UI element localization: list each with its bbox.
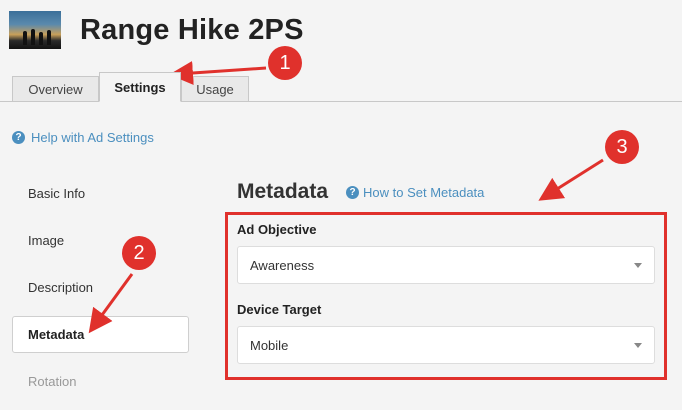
sidebar-item-rotation: Rotation: [28, 374, 77, 389]
how-to-set-metadata-link[interactable]: ? How to Set Metadata: [346, 185, 484, 200]
ad-objective-label: Ad Objective: [237, 222, 317, 237]
caret-down-icon: [634, 263, 642, 268]
annotation-badge-2: 2: [122, 236, 156, 270]
annotation-badge-1: 1: [268, 46, 302, 80]
device-target-label: Device Target: [237, 302, 322, 317]
device-target-select[interactable]: Mobile: [237, 326, 655, 364]
help-ad-settings-link[interactable]: ? Help with Ad Settings: [12, 130, 154, 145]
section-title: Metadata: [237, 180, 329, 203]
caret-down-icon: [634, 343, 642, 348]
tab-usage[interactable]: Usage: [181, 76, 249, 102]
how-to-set-metadata-label: How to Set Metadata: [363, 185, 485, 200]
sidebar-item-image[interactable]: Image: [28, 233, 64, 248]
question-circle-icon: ?: [346, 186, 359, 199]
tab-overview[interactable]: Overview: [12, 76, 99, 102]
tab-settings[interactable]: Settings: [99, 72, 181, 102]
sidebar-item-metadata[interactable]: Metadata: [12, 316, 189, 353]
page-title: Range Hike 2PS: [80, 14, 304, 46]
sidebar-item-description[interactable]: Description: [28, 280, 93, 295]
device-target-value: Mobile: [250, 337, 289, 353]
annotation-badge-3: 3: [605, 130, 639, 164]
ad-objective-value: Awareness: [250, 257, 315, 273]
ad-objective-select[interactable]: Awareness: [237, 246, 655, 284]
question-circle-icon: ?: [12, 131, 25, 144]
sidebar-item-basic-info[interactable]: Basic Info: [28, 186, 85, 201]
hikers-photo-icon: [9, 11, 61, 49]
help-ad-settings-label: Help with Ad Settings: [31, 130, 154, 145]
sidebar-item-metadata-label: Metadata: [28, 327, 85, 342]
arrow-3: [538, 158, 604, 201]
